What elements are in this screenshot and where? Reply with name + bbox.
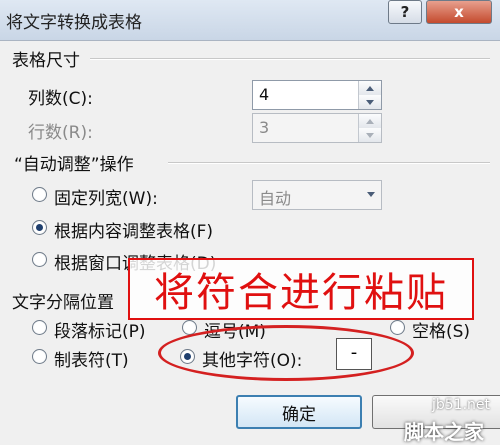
convert-text-to-table-dialog: 将文字转换成表格 ? x 表格尺寸 列数(C): 4 行数(R): 3 “自动调… bbox=[0, 0, 500, 444]
autofit-divider bbox=[168, 162, 490, 164]
autofit-heading: “自动调整”操作 bbox=[14, 155, 134, 175]
columns-value: 4 bbox=[259, 85, 270, 104]
space-radio[interactable] bbox=[390, 320, 405, 335]
close-icon: x bbox=[454, 3, 464, 21]
paragraph-mark-label[interactable]: 段落标记(P) bbox=[54, 317, 146, 342]
fixed-width-select: 自动 bbox=[252, 180, 382, 210]
fixed-width-value: 自动 bbox=[259, 189, 292, 208]
annotation-callout: 将符合进行粘贴 bbox=[128, 258, 474, 320]
watermark-url: jb51.net bbox=[432, 397, 491, 413]
down-arrow-icon bbox=[366, 132, 374, 138]
tab-radio[interactable] bbox=[32, 349, 47, 364]
ok-button[interactable]: 确定 bbox=[236, 395, 362, 429]
rows-increment-button bbox=[359, 114, 381, 129]
columns-label: 列数(C): bbox=[28, 89, 93, 109]
annotation-text: 将符合进行粘贴 bbox=[154, 270, 448, 316]
rows-label: 行数(R): bbox=[28, 123, 93, 143]
table-size-heading: 表格尺寸 bbox=[12, 51, 80, 71]
help-button[interactable]: ? bbox=[388, 0, 422, 24]
up-arrow-icon bbox=[366, 85, 374, 91]
watermark-brand: 脚本之家 bbox=[404, 420, 484, 444]
columns-spinner-arrows bbox=[358, 81, 381, 109]
columns-decrement-button[interactable] bbox=[359, 95, 381, 109]
help-icon: ? bbox=[400, 3, 410, 21]
space-label[interactable]: 空格(S) bbox=[412, 317, 470, 342]
dropdown-arrow-icon bbox=[367, 192, 375, 197]
title-bar: 将文字转换成表格 ? x bbox=[0, 0, 500, 41]
up-arrow-icon bbox=[366, 118, 374, 124]
fixed-width-label[interactable]: 固定列宽(W): bbox=[54, 184, 158, 209]
annotation-ellipse bbox=[158, 325, 414, 381]
table-size-divider bbox=[90, 58, 490, 60]
close-button[interactable]: x bbox=[426, 0, 492, 24]
fit-content-label[interactable]: 根据内容调整表格(F) bbox=[54, 217, 213, 242]
rows-spinner: 3 bbox=[252, 113, 382, 143]
rows-value: 3 bbox=[259, 118, 270, 137]
fit-content-radio[interactable] bbox=[32, 220, 47, 235]
paragraph-mark-radio[interactable] bbox=[32, 320, 47, 335]
columns-spinner[interactable]: 4 bbox=[252, 80, 382, 110]
rows-decrement-button bbox=[359, 128, 381, 142]
columns-increment-button[interactable] bbox=[359, 81, 381, 96]
fixed-width-radio[interactable] bbox=[32, 187, 47, 202]
down-arrow-icon bbox=[366, 99, 374, 105]
separator-heading: 文字分隔位置 bbox=[12, 293, 114, 313]
ok-button-label: 确定 bbox=[282, 404, 316, 425]
dialog-title: 将文字转换成表格 bbox=[6, 13, 142, 33]
tab-label[interactable]: 制表符(T) bbox=[54, 346, 129, 371]
fit-window-radio[interactable] bbox=[32, 252, 47, 267]
rows-spinner-arrows bbox=[358, 114, 381, 142]
